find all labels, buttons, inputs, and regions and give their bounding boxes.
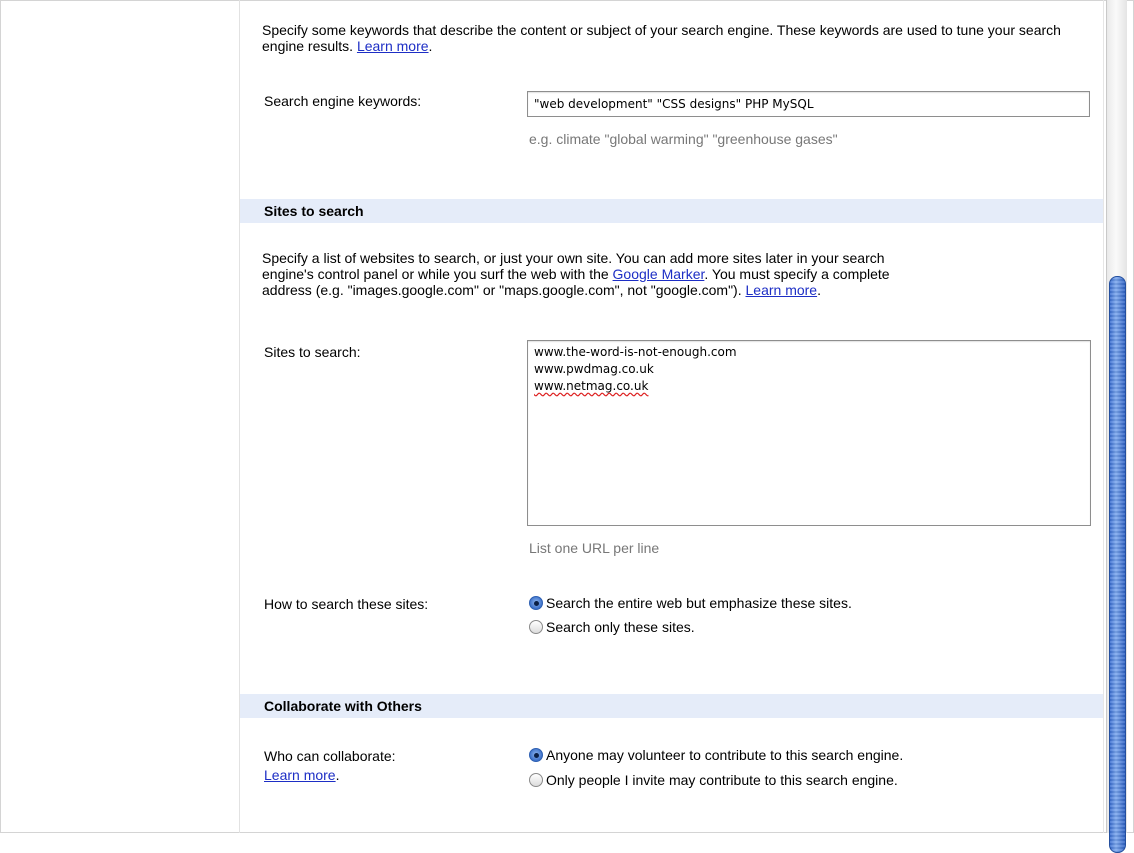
- keywords-input[interactable]: "web development" "CSS designs" PHP MySQ…: [527, 91, 1090, 117]
- who-can-collaborate-label: Who can collaborate:: [264, 748, 396, 764]
- sites-intro-line3: address (e.g. "images.google.com" or "ma…: [262, 282, 821, 298]
- keywords-label: Search engine keywords:: [264, 93, 422, 109]
- site-entry: www.pwdmag.co.uk: [534, 362, 654, 376]
- radio-button-unchecked[interactable]: [529, 620, 543, 634]
- scrollbar-thumb[interactable]: [1109, 276, 1126, 853]
- radio-button-checked[interactable]: [529, 748, 543, 762]
- keywords-description: Specify some keywords that describe the …: [262, 22, 1061, 54]
- site-entry: www.netmag.co.uk: [534, 379, 649, 393]
- collaborate-learn-more-link[interactable]: Learn more: [264, 767, 336, 783]
- google-marker-link[interactable]: Google Marker: [613, 266, 705, 282]
- sites-description: Specify a list of websites to search, or…: [262, 250, 1092, 298]
- keywords-hint: e.g. climate "global warming" "greenhous…: [529, 131, 838, 147]
- site-entry: www.the-word-is-not-enough.com: [534, 345, 737, 359]
- radio-button-checked[interactable]: [529, 596, 543, 610]
- how-to-search-label: How to search these sites:: [264, 596, 429, 612]
- radio-emphasize-sites[interactable]: Search the entire web but emphasize thes…: [529, 594, 852, 612]
- collaborate-section-header: Collaborate with Others: [240, 694, 1103, 718]
- sites-intro-line1: Specify a list of websites to search, or…: [262, 250, 885, 266]
- sites-learn-more-link[interactable]: Learn more: [746, 282, 818, 298]
- sites-section-header: Sites to search: [240, 199, 1103, 223]
- sites-intro-line2: engine's control panel or while you surf…: [262, 266, 890, 282]
- sites-textarea[interactable]: www.the-word-is-not-enough.com www.pwdma…: [527, 340, 1091, 526]
- radio-invite-only[interactable]: Only people I invite may contribute to t…: [529, 771, 898, 789]
- content-right-border: [1103, 0, 1104, 833]
- sites-hint: List one URL per line: [529, 540, 660, 556]
- keywords-learn-more-link[interactable]: Learn more: [357, 38, 429, 54]
- radio-anyone-volunteer[interactable]: Anyone may volunteer to contribute to th…: [529, 746, 903, 764]
- sites-label: Sites to search:: [264, 344, 361, 360]
- collaborate-learn-more: Learn more.: [264, 767, 340, 783]
- vertical-scrollbar[interactable]: [1106, 0, 1127, 853]
- radio-only-these-sites[interactable]: Search only these sites.: [529, 618, 695, 636]
- radio-button-unchecked[interactable]: [529, 773, 543, 787]
